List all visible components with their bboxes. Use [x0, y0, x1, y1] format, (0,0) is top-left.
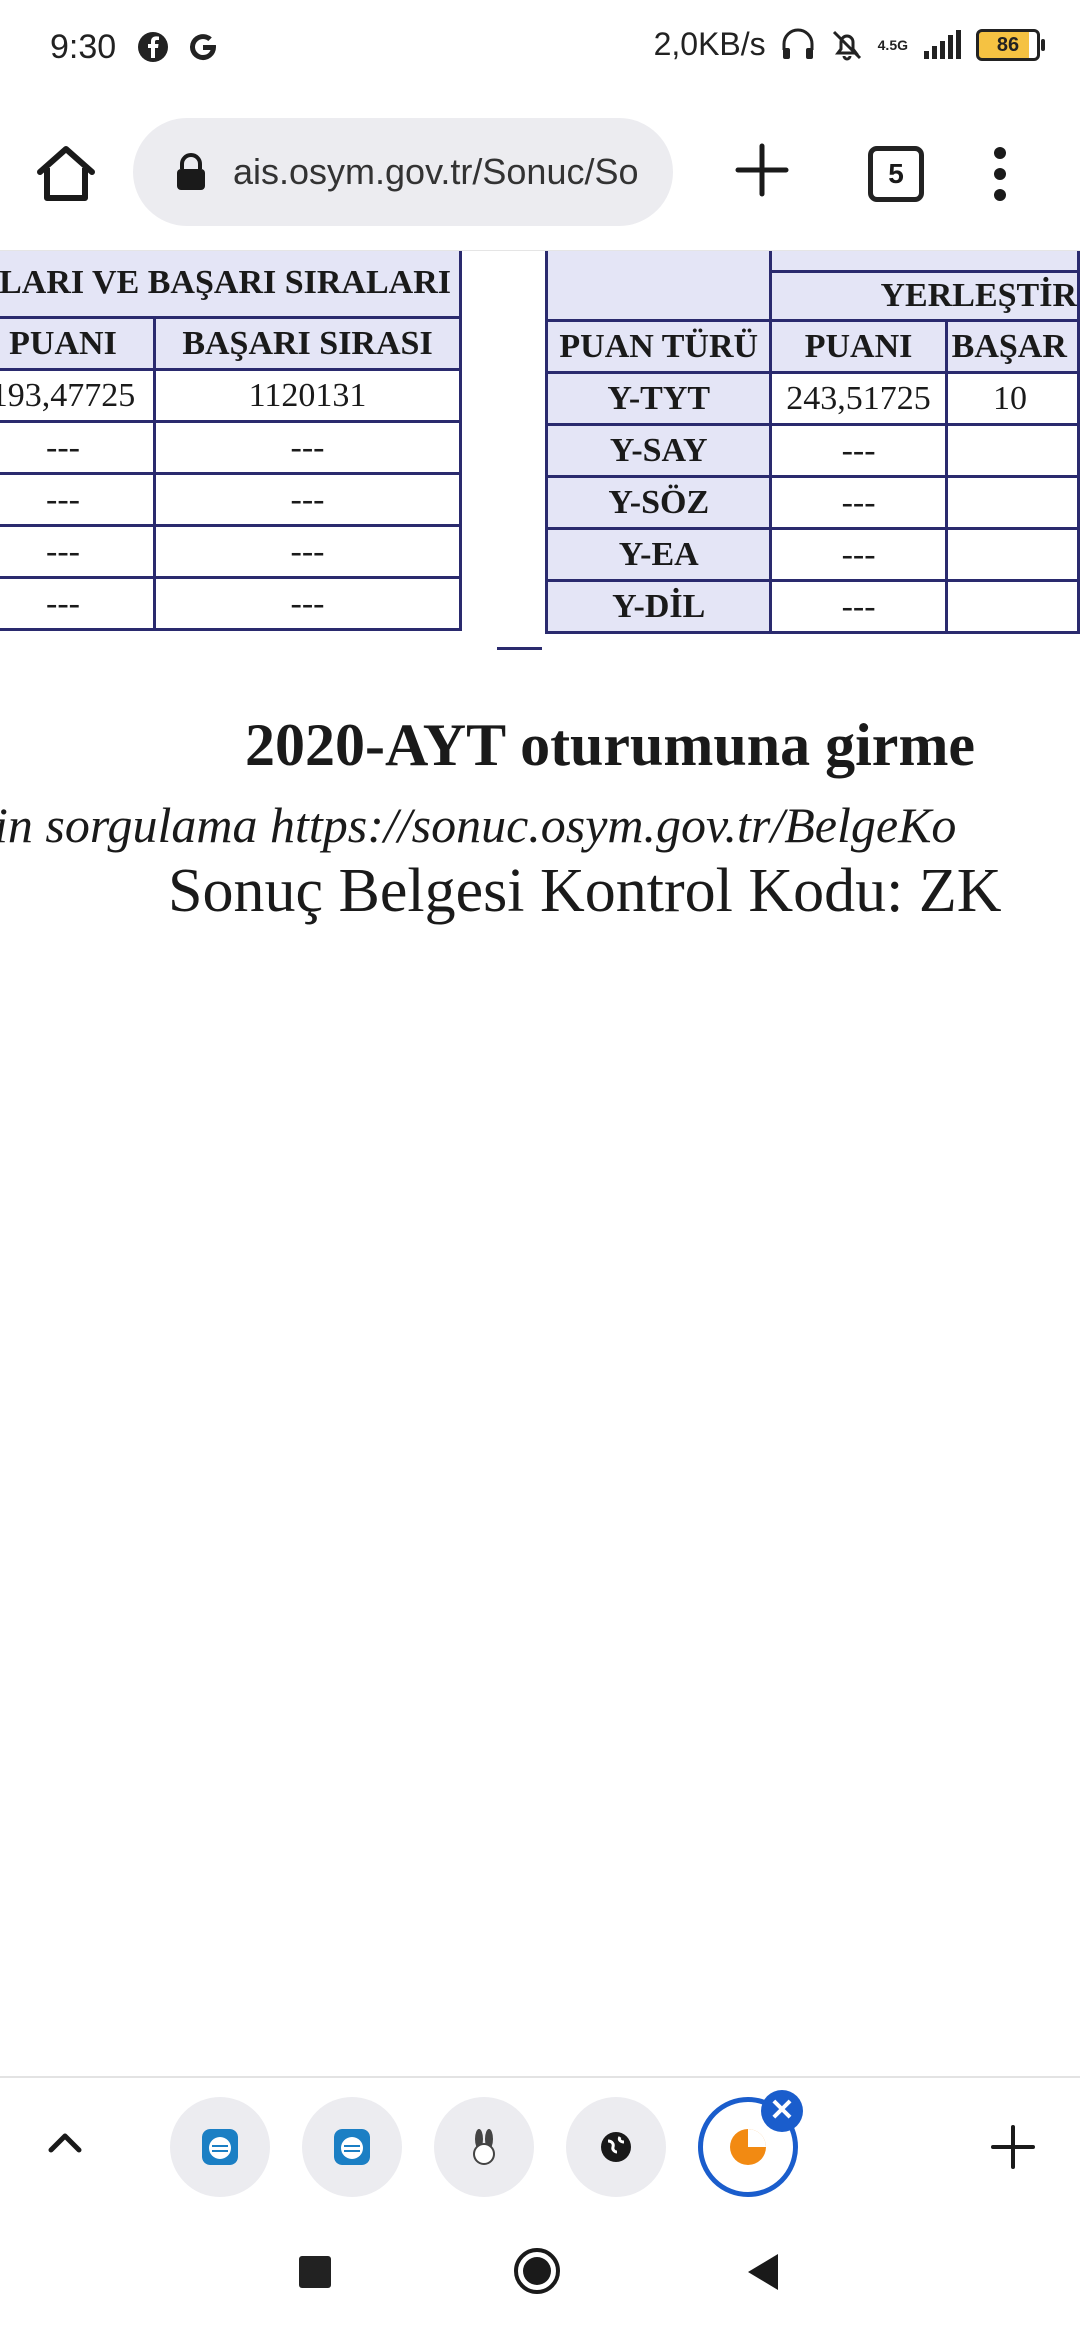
left-group-header: LARI VE BAŞARI SIRALARI: [0, 251, 462, 319]
table-row: --- ---: [0, 576, 462, 631]
right-col-puani: PUANI: [769, 319, 948, 374]
new-tab-plus-icon[interactable]: [732, 140, 792, 200]
score-table-right: YERLEŞTİR PUAN TÜRÜ PUANI BAŞAR Y-TYT 24…: [544, 251, 1080, 634]
cell-puan-turu: Y-EA: [544, 527, 773, 582]
ayt-notice-heading: 2020-AYT oturumuna girme: [245, 712, 976, 778]
home-icon[interactable]: [32, 140, 100, 208]
overflow-menu-icon[interactable]: [990, 146, 1010, 202]
tab-thumbnail-3[interactable]: [434, 2097, 534, 2197]
cell-puan: ---: [0, 420, 156, 475]
verification-link-text[interactable]: in sorgulama https://sonuc.osym.gov.tr/B…: [0, 796, 956, 854]
cell-sira: [944, 475, 1080, 530]
tab-thumbnail-4[interactable]: [566, 2097, 666, 2197]
globe-icon: [601, 2132, 631, 2162]
system-navigation-bar: [0, 2212, 1080, 2340]
right-empty-header: [544, 251, 773, 322]
left-col-puani: PUANI: [0, 316, 156, 371]
table-row: --- ---: [0, 524, 462, 579]
right-col-basari: BAŞAR: [944, 319, 1080, 374]
status-bar: 9:30 2,0KB/s 4.5G 86: [0, 0, 1080, 96]
web-page-content: LARI VE BAŞARI SIRALARI PUANI BAŞARI SIR…: [0, 251, 1080, 2076]
right-col-puan-turu: PUAN TÜRÜ: [544, 319, 773, 374]
cell-puan: 193,47725: [0, 368, 156, 423]
url-text[interactable]: ais.osym.gov.tr/Sonuc/So: [233, 151, 663, 193]
bunny-favicon-icon: [473, 2129, 495, 2165]
tab-strip: ✕: [0, 2076, 1080, 2215]
signal-icon: [924, 29, 961, 59]
cell-sira: [944, 579, 1080, 634]
table-row: --- ---: [0, 472, 462, 527]
osym-favicon-icon: [334, 2129, 370, 2165]
cell-sira: ---: [153, 576, 462, 631]
tab-thumbnail-1[interactable]: [170, 2097, 270, 2197]
table-row: Y-EA ---: [544, 527, 1080, 582]
orange-app-icon: [730, 2129, 766, 2165]
network-speed: 2,0KB/s: [653, 26, 766, 62]
table-row: Y-SÖZ ---: [544, 475, 1080, 530]
control-code-text: Sonuç Belgesi Kontrol Kodu: ZK: [168, 857, 1002, 925]
status-time: 9:30: [50, 28, 117, 66]
cell-puan: 243,51725: [769, 371, 948, 426]
tab-thumbnail-2[interactable]: [302, 2097, 402, 2197]
cell-sira: ---: [153, 472, 462, 527]
table-row: 193,47725 1120131: [0, 368, 462, 423]
address-bar[interactable]: ais.osym.gov.tr/Sonuc/So: [133, 118, 673, 226]
cell-puan: ---: [769, 579, 948, 634]
add-tab-plus-icon[interactable]: [988, 2122, 1038, 2172]
cell-puan: ---: [0, 524, 156, 579]
recents-square-icon[interactable]: [299, 2256, 331, 2288]
cell-puan: ---: [769, 423, 948, 478]
cell-sira: 1120131: [153, 368, 462, 423]
cell-puan-turu: Y-DİL: [544, 579, 773, 634]
right-top-header-clipped: [769, 251, 1080, 272]
bell-muted-icon: [832, 30, 861, 60]
cell-sira: 10: [944, 371, 1080, 426]
cell-puan: ---: [0, 576, 156, 631]
home-circle-icon[interactable]: [513, 2247, 561, 2295]
table-row: --- ---: [0, 420, 462, 475]
browser-toolbar: ais.osym.gov.tr/Sonuc/So 5: [0, 96, 1080, 251]
lock-icon: [177, 153, 205, 190]
cell-puan-turu: Y-TYT: [544, 371, 773, 426]
status-right-group: 2,0KB/s 4.5G 86: [653, 26, 1045, 63]
google-icon: [190, 34, 217, 61]
headset-icon: [782, 28, 814, 59]
cell-sira: [944, 423, 1080, 478]
score-table-left: LARI VE BAŞARI SIRALARI PUANI BAŞARI SIR…: [0, 251, 462, 631]
cell-puan: ---: [0, 472, 156, 527]
close-tab-icon[interactable]: ✕: [761, 2090, 803, 2132]
left-col-basari-sirasi: BAŞARI SIRASI: [153, 316, 462, 371]
cell-puan-turu: Y-SÖZ: [544, 475, 773, 530]
tab-switcher-button[interactable]: 5: [868, 146, 924, 202]
facebook-icon: [138, 32, 168, 62]
chevron-up-icon[interactable]: [45, 2123, 85, 2163]
cell-sira: [944, 527, 1080, 582]
network-type: 4.5G: [877, 36, 908, 53]
back-triangle-icon[interactable]: [742, 2250, 782, 2294]
battery-indicator: 86: [976, 28, 1045, 61]
cell-puan: ---: [769, 527, 948, 582]
cell-sira: ---: [153, 420, 462, 475]
table-row: Y-TYT 243,51725 10: [544, 371, 1080, 426]
table-row: Y-SAY ---: [544, 423, 1080, 478]
osym-favicon-icon: [202, 2129, 238, 2165]
table-spacer: [497, 251, 542, 650]
right-group-header: YERLEŞTİR: [769, 270, 1080, 322]
table-row: Y-DİL ---: [544, 579, 1080, 634]
cell-puan: ---: [769, 475, 948, 530]
cell-puan-turu: Y-SAY: [544, 423, 773, 478]
cell-sira: ---: [153, 524, 462, 579]
